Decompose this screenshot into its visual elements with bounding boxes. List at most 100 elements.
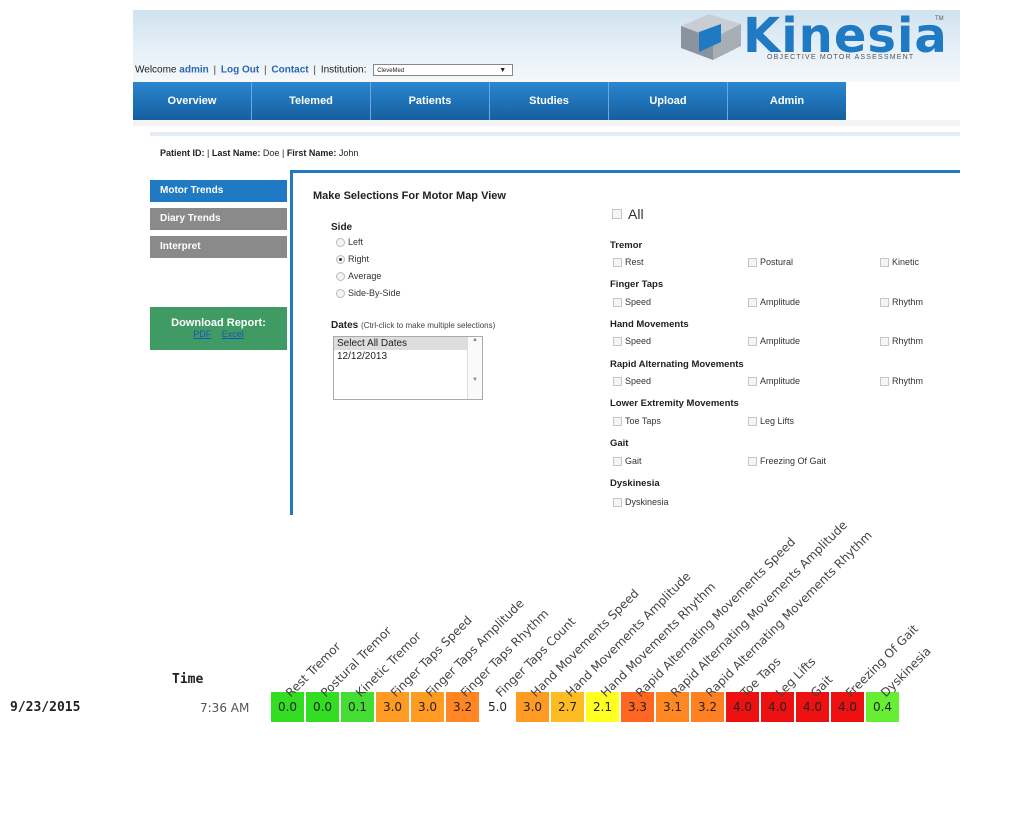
group-label-finger-taps: Finger Taps [610, 279, 664, 290]
group-label-rapid-alternating-movements: Rapid Alternating Movements [610, 359, 744, 370]
checkbox-label: Leg Lifts [760, 416, 795, 426]
heatmap-time-header: Time [172, 672, 204, 687]
checkbox-finger-taps-amplitude[interactable]: Amplitude [748, 297, 800, 307]
checkbox-toe-taps[interactable]: Toe Taps [613, 416, 661, 426]
radio-button[interactable] [336, 254, 345, 264]
checkbox[interactable] [880, 376, 889, 386]
checkbox[interactable] [612, 209, 622, 219]
listbox-scrollbar[interactable]: ▲ ▼ [467, 337, 482, 399]
first-name-label: First Name: [286, 148, 337, 158]
group-label-lower-extremity: Lower Extremity Movements [610, 398, 739, 409]
option-label: Right [348, 254, 370, 264]
radio-button[interactable] [336, 271, 345, 281]
nav-tab-overview[interactable]: Overview [133, 82, 252, 120]
nav-tab-admin[interactable]: Admin [728, 82, 846, 120]
nav-tab-patients[interactable]: Patients [371, 82, 490, 120]
contact-link[interactable]: Contact [271, 65, 308, 76]
checkbox-finger-taps-rhythm[interactable]: Rhythm [880, 297, 923, 307]
heatmap-cell: 2.7 [551, 692, 584, 722]
kinesia-logo: Kinesia TM OBJECTIVE MOTOR ASSESSMENT [673, 10, 963, 62]
checkbox-dyskinesia[interactable]: Dyskinesia [613, 497, 669, 507]
side-option-right[interactable]: Right [336, 254, 369, 264]
download-excel-link[interactable]: Excel [222, 329, 244, 339]
heatmap-cell: 3.0 [376, 692, 409, 722]
institution-select[interactable]: CleveMed ▼ [373, 64, 514, 76]
select-all-option[interactable]: All [612, 206, 644, 222]
dates-hint: (Ctrl-click to make multiple selections) [361, 321, 496, 330]
group-label-gait: Gait [610, 438, 629, 449]
checkbox-label: Speed [625, 336, 652, 346]
side-option-side-by-side[interactable]: Side-By-Side [336, 288, 401, 298]
checkbox-ram-amplitude[interactable]: Amplitude [748, 376, 800, 386]
checkbox-finger-taps-speed[interactable]: Speed [613, 297, 651, 307]
divider: | [281, 148, 285, 158]
last-name-label: Last Name: [211, 148, 261, 158]
date-option[interactable]: 12/12/2013 [334, 350, 482, 363]
nav-tab-upload[interactable]: Upload [609, 82, 728, 120]
checkbox-freezing-of-gait[interactable]: Freezing Of Gait [748, 456, 826, 466]
divider: | [213, 64, 217, 76]
heatmap-time: 7:36 AM [200, 701, 250, 715]
download-pdf-link[interactable]: PDF [193, 329, 211, 339]
scroll-down-icon[interactable]: ▼ [468, 377, 482, 383]
heatmap-cell: 0.0 [306, 692, 339, 722]
checkbox[interactable] [613, 297, 622, 307]
checkbox-leg-lifts[interactable]: Leg Lifts [748, 416, 794, 426]
checkbox[interactable] [748, 336, 757, 346]
sidebar-item-interpret[interactable]: Interpret [150, 236, 287, 258]
checkbox[interactable] [613, 497, 622, 507]
heatmap-cell: 3.2 [446, 692, 479, 722]
app-header: Welcome admin | Log Out | Contact | Inst… [133, 10, 960, 82]
checkbox[interactable] [880, 336, 889, 346]
checkbox-gait[interactable]: Gait [613, 456, 642, 466]
sidebar-item-motor-trends[interactable]: Motor Trends [150, 180, 287, 202]
checkbox[interactable] [748, 376, 757, 386]
checkbox[interactable] [613, 456, 622, 466]
divider: | [313, 64, 317, 76]
side-option-average[interactable]: Average [336, 271, 381, 281]
checkbox-label: Rhythm [892, 297, 924, 307]
username-link[interactable]: admin [179, 65, 208, 76]
checkbox-kinetic-tremor[interactable]: Kinetic [880, 257, 919, 267]
checkbox[interactable] [880, 297, 889, 307]
option-label: Average [348, 271, 382, 281]
heatmap-column-label: Rapid Alternating Movements Speed [633, 534, 799, 700]
side-option-left[interactable]: Left [336, 237, 363, 247]
logout-link[interactable]: Log Out [221, 65, 259, 76]
checkbox[interactable] [748, 456, 757, 466]
main-nav: Overview Telemed Patients Studies Upload… [133, 82, 846, 120]
checkbox-hand-movements-speed[interactable]: Speed [613, 336, 651, 346]
checkbox-label: Rest [625, 257, 644, 267]
radio-button[interactable] [336, 237, 345, 247]
checkbox[interactable] [748, 416, 757, 426]
checkbox-label: Dyskinesia [625, 497, 669, 507]
checkbox-postural-tremor[interactable]: Postural [748, 257, 793, 267]
checkbox-ram-rhythm[interactable]: Rhythm [880, 376, 923, 386]
option-label: Side-By-Side [348, 288, 401, 298]
divider: | [207, 148, 210, 158]
checkbox[interactable] [613, 416, 622, 426]
sidebar-item-diary-trends[interactable]: Diary Trends [150, 208, 287, 230]
radio-button[interactable] [336, 288, 345, 298]
checkbox[interactable] [613, 257, 622, 267]
checkbox-hand-movements-rhythm[interactable]: Rhythm [880, 336, 923, 346]
heatmap-cell: 0.4 [866, 692, 899, 722]
nav-tab-telemed[interactable]: Telemed [252, 82, 371, 120]
checkbox[interactable] [880, 257, 889, 267]
checkbox-rest-tremor[interactable]: Rest [613, 257, 644, 267]
checkbox[interactable] [613, 336, 622, 346]
checkbox-label: Gait [625, 456, 642, 466]
scroll-up-icon[interactable]: ▲ [468, 337, 482, 343]
checkbox[interactable] [748, 297, 757, 307]
heatmap-cell: 3.3 [621, 692, 654, 722]
heatmap-cell: 3.0 [516, 692, 549, 722]
nav-tab-studies[interactable]: Studies [490, 82, 609, 120]
checkbox-ram-speed[interactable]: Speed [613, 376, 651, 386]
heatmap-cell: 0.1 [341, 692, 374, 722]
dates-listbox[interactable]: Select All Dates 12/12/2013 ▲ ▼ [333, 336, 483, 400]
checkbox-hand-movements-amplitude[interactable]: Amplitude [748, 336, 800, 346]
checkbox[interactable] [748, 257, 757, 267]
checkbox[interactable] [613, 376, 622, 386]
patient-info-bar: Patient ID: | Last Name: Doe | First Nam… [150, 132, 960, 166]
date-option[interactable]: Select All Dates [334, 337, 482, 350]
